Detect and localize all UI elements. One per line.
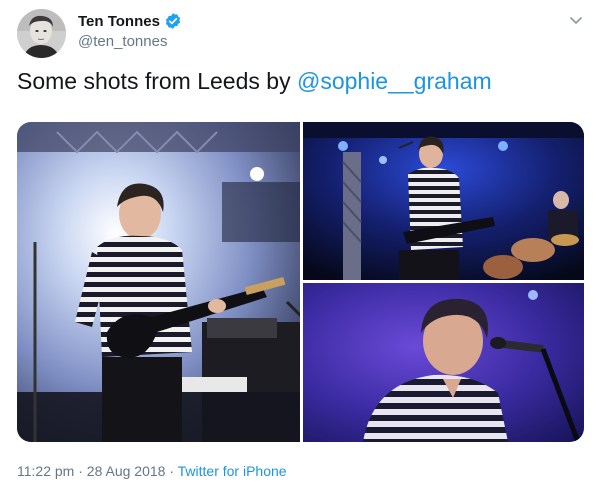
meta-separator: · bbox=[165, 463, 178, 479]
display-name[interactable]: Ten Tonnes bbox=[78, 13, 160, 30]
author-handle[interactable]: @ten_tonnes bbox=[78, 33, 167, 50]
verified-icon bbox=[164, 12, 182, 30]
photo-guitarist-drummer[interactable] bbox=[303, 122, 584, 280]
tweet-date[interactable]: 28 Aug 2018 bbox=[87, 463, 166, 479]
chevron-down-icon[interactable] bbox=[568, 12, 584, 28]
tweet-meta: 11:22 pm · 28 Aug 2018 · Twitter for iPh… bbox=[17, 463, 287, 479]
tweet-text-body: Some shots from Leeds by bbox=[17, 68, 297, 94]
photo-guitarist-large[interactable] bbox=[17, 122, 300, 442]
meta-separator: · bbox=[74, 463, 87, 479]
tweet-text: Some shots from Leeds by @sophie__graham bbox=[17, 68, 492, 95]
author-name-row: Ten Tonnes bbox=[78, 12, 182, 30]
avatar[interactable] bbox=[17, 9, 66, 58]
mention-link[interactable]: @sophie__graham bbox=[297, 68, 492, 94]
media-grid bbox=[17, 122, 584, 442]
tweet-card: Ten Tonnes @ten_tonnes Some shots from L… bbox=[0, 0, 598, 493]
tweet-time[interactable]: 11:22 pm bbox=[17, 463, 74, 479]
photo-singer-closeup[interactable] bbox=[303, 283, 584, 442]
tweet-source-link[interactable]: Twitter for iPhone bbox=[178, 463, 287, 479]
